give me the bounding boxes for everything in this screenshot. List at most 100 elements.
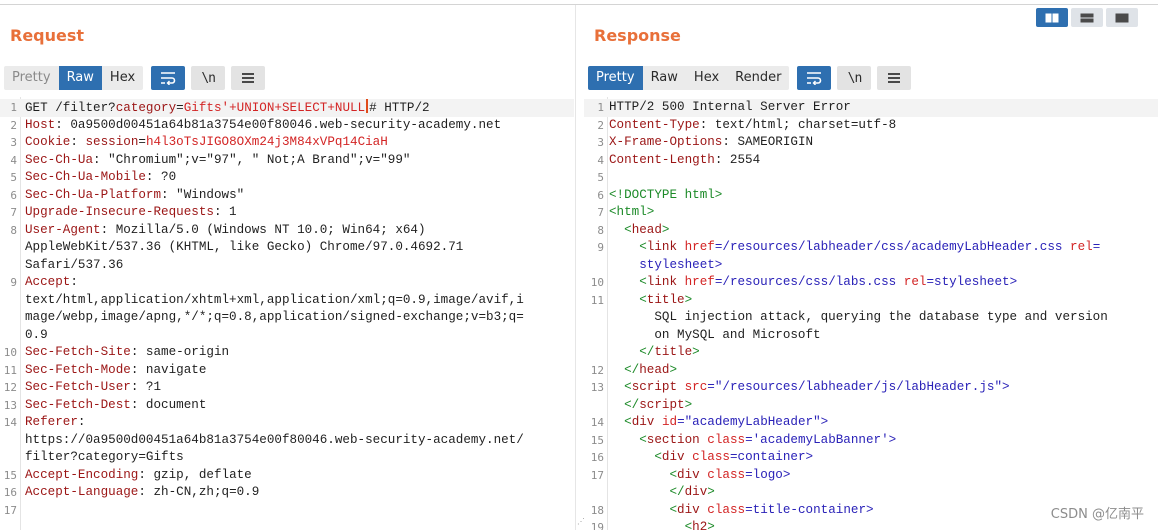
line-number: 16 [3,486,17,499]
request-editor[interactable]: 1 GET /filter?category=Gifts'+UNION+SELEC… [0,97,574,530]
line-number: 18 [590,503,604,517]
response-menu-button[interactable] [877,66,912,90]
request-tab-hex[interactable]: Hex [102,66,143,90]
line-text: X-Frame-Options: SAMEORIGIN [609,134,1150,152]
request-code-line: 10 Sec-Fetch-Site: same-origin [0,344,574,362]
response-newline-button[interactable]: \n [837,66,872,90]
line-number: 14 [3,416,17,429]
request-code-line: 12 Sec-Fetch-User: ?1 [0,379,574,397]
code-token: ="academyLabHeader"> [677,415,829,429]
request-code-line: 2 Host: 0a9500d00451a64b81a3754e00f80046.… [0,117,574,135]
code-token: Content-Type [609,117,700,132]
pane-divider[interactable]: ⋰ [575,5,585,530]
code-token: SQL injection attack, querying the datab… [609,310,1108,324]
request-code-line: AppleWebKit/537.36 (KHTML, like Gecko) C… [0,239,574,257]
code-token: </ [609,345,655,359]
response-view-tabs: Pretty Raw Hex Render [588,66,790,90]
code-token: stylesheet> [609,257,723,272]
code-token: =/resources/labheader/css/academyLabHead… [714,240,1071,254]
code-token: = [138,135,146,149]
line-text: <head> [609,222,1150,240]
line-number: 7 [597,206,604,219]
code-token: link [646,240,678,254]
text-cursor [366,99,369,113]
line-number: 5 [597,171,604,184]
line-text: <div class=logo> [609,467,1150,485]
response-code-line: 1 HTTP/2 500 Internal Server Error [584,99,1158,117]
code-token: div [684,485,708,499]
code-token: Sec-Fetch-Dest [25,397,131,412]
code-token: </ [609,485,685,499]
code-token: > [684,397,693,412]
request-wrap-button[interactable] [151,66,186,90]
code-token: Sec-Fetch-Mode [25,362,131,377]
line-number: 4 [597,153,604,167]
line-text: <html> [609,204,1150,222]
code-token: class [707,432,746,447]
line-number: 6 [10,188,17,202]
code-token: ="/resources/labheader/js/labHeader.js"> [707,380,1010,394]
code-token: > [707,485,715,499]
line-number: 15 [3,468,17,482]
code-token: > [684,292,693,307]
response-wrap-button[interactable] [797,66,832,90]
code-token: title [646,292,685,307]
response-tab-render[interactable]: Render [727,66,789,90]
line-text: <link href=/resources/labheader/css/acad… [609,239,1150,257]
code-token: < [609,380,632,394]
request-code-line: 14 Referer: [0,414,574,432]
newline-icon: \n [847,70,863,86]
line-text: <!DOCTYPE html> [609,187,1150,205]
word-wrap-icon [161,72,176,85]
response-editor[interactable]: 1 HTTP/2 500 Internal Server Error 2 Conten… [584,97,1158,530]
line-text: Upgrade-Insecure-Requests: 1 [25,204,566,222]
code-token: =/resources/css/labs.css [714,275,904,289]
line-text: Sec-Fetch-Mode: navigate [25,362,566,380]
line-text: AppleWebKit/537.36 (KHTML, like Gecko) C… [25,239,566,257]
code-token: User-Agent [25,222,101,237]
code-token: Accept-Language [25,485,139,499]
response-tab-hex[interactable]: Hex [686,66,727,90]
line-number: 16 [590,451,604,464]
line-number: 6 [597,188,604,202]
code-token: < [609,240,647,254]
hamburger-icon [242,73,255,83]
request-tab-raw[interactable]: Raw [58,66,102,90]
line-number: 13 [590,381,604,394]
response-code-line: 4 Content-Length: 2554 [584,152,1158,170]
line-text: Sec-Ch-Ua: "Chromium";v="97", " Not;A Br… [25,152,566,170]
code-token: section [646,432,700,447]
code-token: HTTP/2 500 Internal Server Error [609,100,851,114]
request-code-line: filter?category=Gifts [0,449,574,467]
line-text: User-Agent: Mozilla/5.0 (Windows NT 10.0… [25,222,566,240]
request-code-line: https://0a9500d00451a64b81a3754e00f80046… [0,432,574,450]
response-tab-raw[interactable]: Raw [643,66,686,90]
line-number: 17 [3,503,17,517]
line-text: Cookie: session=h4l3oTsJIGO8OXm24j3M84xV… [25,134,566,152]
response-code-line: 11 <title> [584,292,1158,310]
line-text: <script src="/resources/labheader/js/lab… [609,379,1150,397]
request-tab-pretty[interactable]: Pretty [4,66,59,90]
line-text: stylesheet> [609,257,1150,275]
code-token: session [85,135,139,149]
code-token: https://0a9500d00451a64b81a3754e00f80046… [25,432,524,447]
code-token: < [609,520,693,530]
code-token: Safari/537.36 [25,257,124,272]
request-newline-button[interactable]: \n [191,66,226,90]
code-token: Sec-Fetch-Site [25,345,131,359]
code-token: href [684,240,715,254]
code-token: < [609,467,678,482]
line-number: 3 [10,136,17,149]
code-token: rel [1070,240,1093,254]
request-menu-button[interactable] [231,66,266,90]
code-token: > [707,520,715,530]
line-number: 8 [10,223,17,237]
line-number: 7 [10,206,17,219]
request-code-line: 6 Sec-Ch-Ua-Platform: "Windows" [0,187,574,205]
code-token: category [115,101,177,115]
code-token: < [609,415,632,429]
code-token: Upgrade-Insecure-Requests [25,205,214,219]
response-tab-pretty[interactable]: Pretty [588,66,643,90]
line-text: Accept-Language: zh-CN,zh;q=0.9 [25,484,566,502]
